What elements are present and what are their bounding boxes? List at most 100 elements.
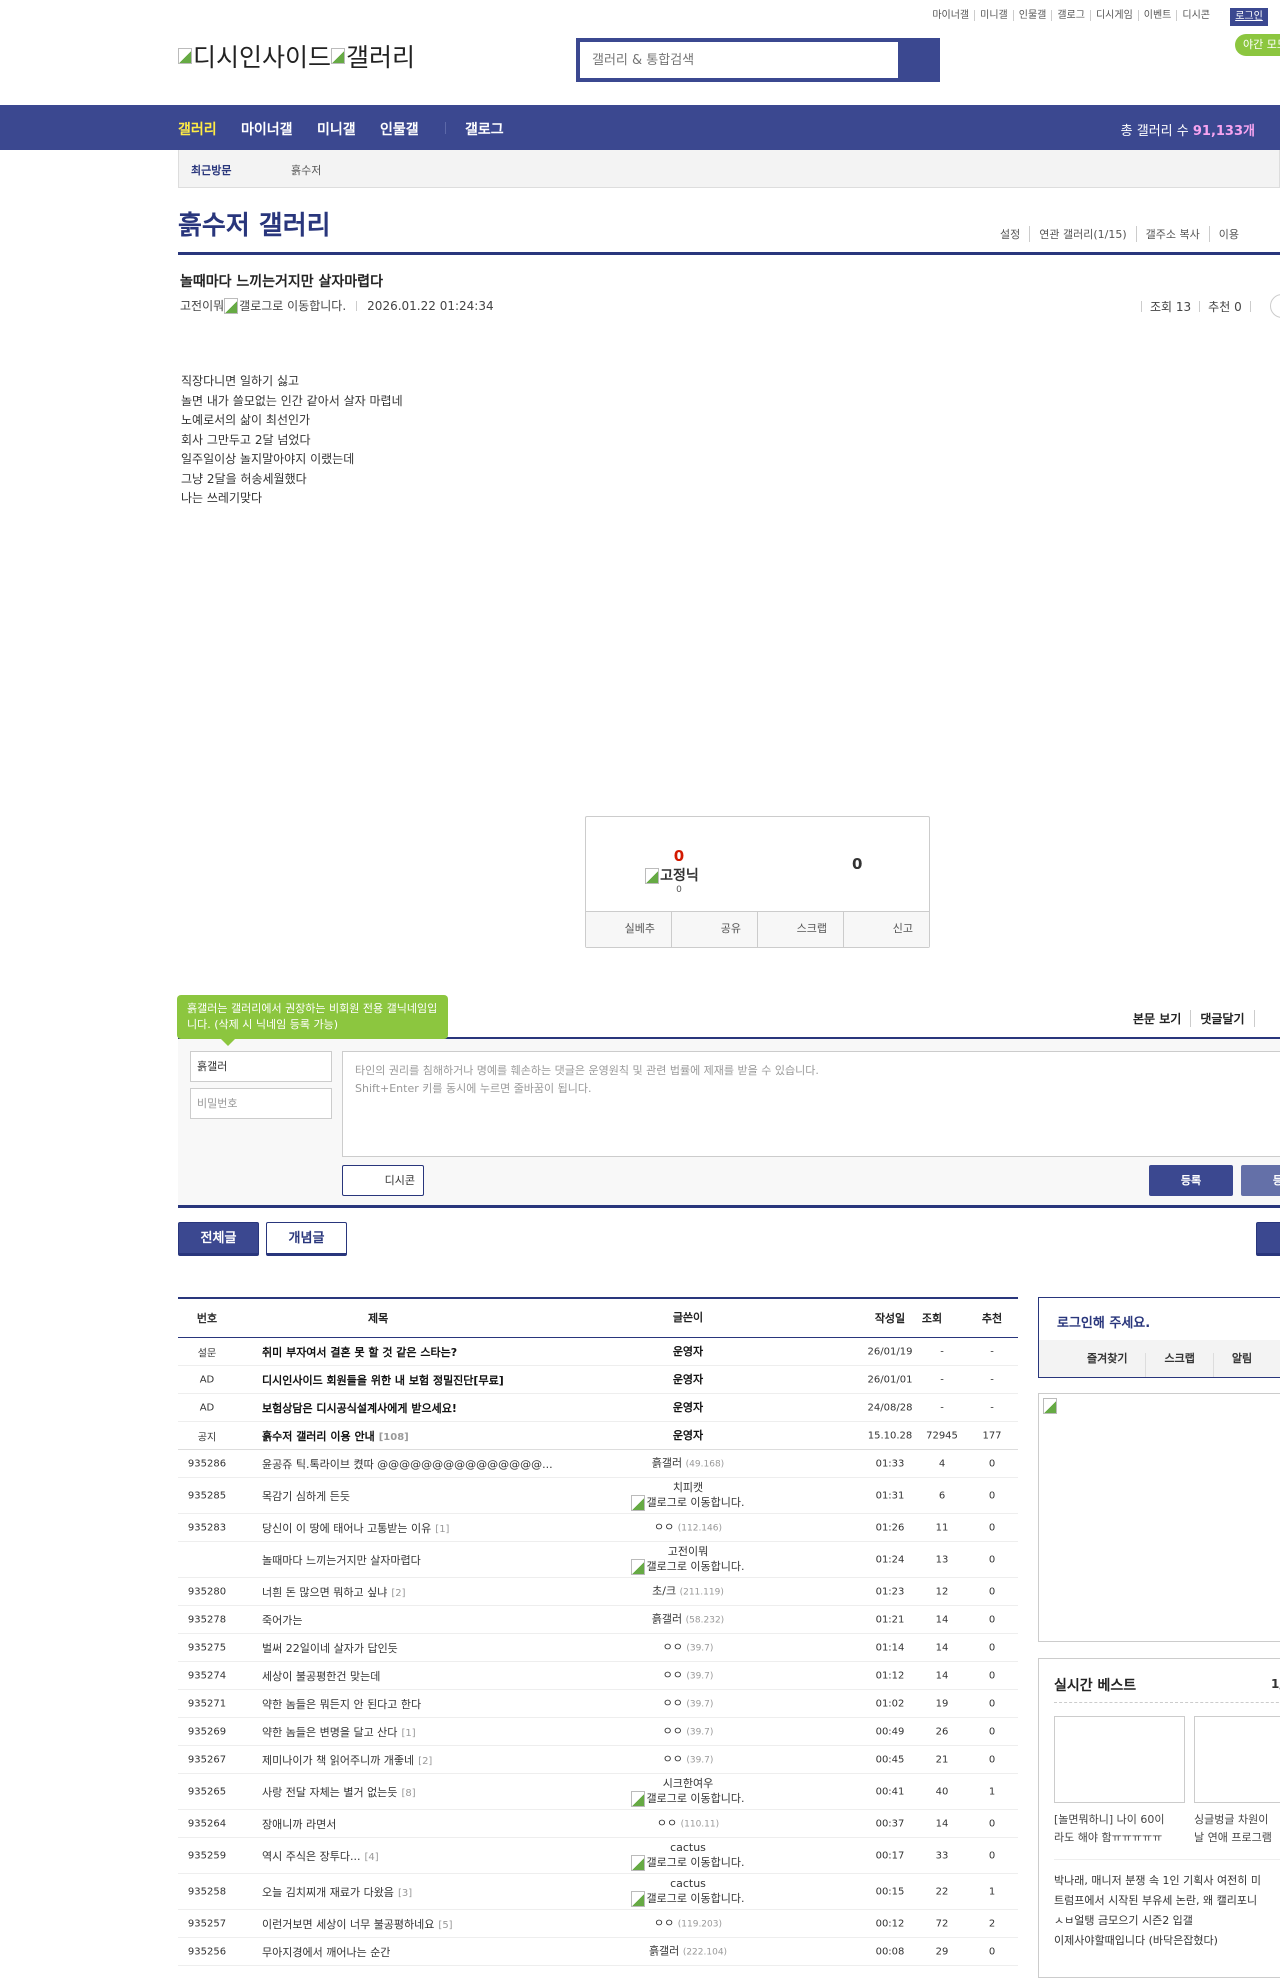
post-title-link[interactable]: 세상이 불공평한건 맞는데 — [262, 1668, 380, 1684]
top-link[interactable]: 인물갤 — [1012, 10, 1052, 21]
table-row[interactable]: 935267 제미나이가 책 읽어주니까 개좋네 [2] ㅇㅇ (39.7) 00:45… — [178, 1746, 1018, 1774]
comment-textarea[interactable]: 타인의 권리를 침해하거나 명예를 훼손하는 댓글은 운영원칙 및 관련 법률에… — [342, 1051, 1280, 1157]
related-gallery-link[interactable]: 연관 갤러리(1/15) — [1029, 226, 1135, 242]
table-row[interactable]: 935286 윤공쥬 틱.톡라이브 켰따 @@@@@@@@@@@@@@@... 흙갤… — [178, 1450, 1018, 1478]
writer-name[interactable]: 운영자 — [673, 1373, 703, 1386]
writer-name[interactable]: 흙갤러 — [652, 1612, 682, 1625]
reply-count[interactable]: [2] — [418, 1756, 432, 1767]
table-row[interactable]: 935256 무아지경에서 깨어나는 순간 흙갤러 (222.104) 00:08 29… — [178, 1938, 1018, 1966]
post-title-link[interactable]: 너흰 돈 많으면 뭐하고 싶냐 [2] — [262, 1584, 405, 1600]
reply-count[interactable]: [5] — [438, 1920, 452, 1931]
gallog-alt[interactable]: 갤로그로 이동합니다. — [646, 1496, 744, 1509]
logo[interactable]: 디시인사이드 갤러리 — [178, 38, 415, 74]
best-list-item[interactable]: 트럼프에서 시작된 부유세 논란, 왜 캘리포니 — [1054, 1891, 1261, 1911]
nav-mini[interactable]: 미니갤 — [317, 119, 356, 139]
writer-name[interactable]: 초/크 — [652, 1584, 676, 1597]
top-link[interactable]: 디시게임 — [1089, 10, 1138, 21]
notification-link[interactable]: 알림 — [1212, 1353, 1270, 1377]
table-row[interactable]: AD 보험상담은 디시공식설계사에게 받으세요! 운영자 24/08/28 - - — [178, 1394, 1018, 1422]
writer-name[interactable]: 고전이뭐 — [668, 1545, 708, 1558]
usage-link[interactable]: 이용 — [1208, 226, 1248, 242]
writer-name[interactable]: 치피캣 — [673, 1481, 703, 1494]
post-title-link[interactable]: 놀때마다 느끼는거지만 살자마렵다 — [262, 1552, 421, 1568]
best-list-item[interactable]: 이제사야할때입니다 (바닥은잡혔다) — [1054, 1931, 1261, 1951]
submit-button[interactable]: 등록 — [1149, 1165, 1233, 1196]
post-title-link[interactable]: 역시 주식은 장투다... [4] — [262, 1848, 379, 1864]
recent-item[interactable]: 흙수저 — [291, 162, 321, 178]
post-title-link[interactable]: 벌써 22일이네 살자가 답인듯 — [262, 1640, 398, 1656]
view-body-link[interactable]: 본문 보기 — [1124, 1010, 1190, 1027]
nav-minor[interactable]: 마이너갤 — [241, 119, 293, 139]
reply-count[interactable]: [4] — [364, 1852, 378, 1863]
post-title-link[interactable]: 무아지경에서 깨어나는 순간 — [262, 1944, 390, 1960]
nav-gallery[interactable]: 갤러리 — [178, 119, 217, 139]
copy-address-link[interactable]: 갤주소 복사 — [1135, 226, 1209, 242]
recommend-down-count[interactable]: 0 — [852, 855, 862, 873]
write-button[interactable] — [1256, 1222, 1280, 1256]
gallog-icon[interactable] — [631, 1790, 646, 1807]
writer-name[interactable]: ㅇㅇ — [663, 1752, 683, 1765]
post-title-link[interactable]: 보험상담은 디시공식설계사에게 받으세요! — [262, 1400, 457, 1416]
gallog-icon[interactable] — [631, 1558, 646, 1575]
scrap-button[interactable]: 스크랩 — [757, 912, 843, 947]
name-input[interactable]: 흙갤러 — [190, 1051, 332, 1082]
nav-person[interactable]: 인물갤 — [380, 119, 419, 139]
post-title-link[interactable]: 목감기 심하게 든듯 — [262, 1488, 350, 1504]
writer-name[interactable]: 흙갤러 — [649, 1944, 679, 1957]
reply-count[interactable]: [8] — [401, 1788, 415, 1799]
post-title-link[interactable]: 제미나이가 책 읽어주니까 개좋네 [2] — [262, 1752, 432, 1768]
table-row[interactable]: 935257 이런거보면 세상이 너무 불공평하네요 [5] ㅇㅇ (119.203)… — [178, 1910, 1018, 1938]
post-title-link[interactable]: 약한 놈들은 변명을 달고 산다 [1] — [262, 1724, 416, 1740]
best-thumbnail[interactable] — [1194, 1716, 1280, 1803]
reply-count[interactable]: [1] — [435, 1524, 449, 1535]
top-link[interactable]: 미니갤 — [974, 10, 1013, 21]
ad-banner[interactable] — [1038, 1393, 1280, 1642]
reply-count[interactable]: [108] — [379, 1432, 409, 1443]
table-row[interactable]: 935275 벌써 22일이네 살자가 답인듯 ㅇㅇ (39.7) 01:14 14 0 — [178, 1634, 1018, 1662]
post-title-link[interactable]: 윤공쥬 틱.톡라이브 켰따 @@@@@@@@@@@@@@@... — [262, 1456, 553, 1472]
report-button[interactable]: 신고 — [843, 912, 929, 947]
share-button[interactable]: 공유 — [671, 912, 757, 947]
search-input[interactable] — [580, 42, 898, 78]
table-row[interactable]: 935265 사랑 전달 자체는 별거 없는듯 [8] 시크한여우 갤로그로 이동합니다… — [178, 1774, 1018, 1810]
gallog-icon[interactable] — [631, 1854, 646, 1871]
table-row[interactable]: 935271 약한 놈들은 뭐든지 안 된다고 한다 ㅇㅇ (39.7) 01:02 1… — [178, 1690, 1018, 1718]
favorites-link[interactable]: 즐겨찾기 — [1087, 1353, 1145, 1377]
top-link[interactable]: 디시콘 — [1176, 10, 1215, 21]
post-title-link[interactable]: 약한 놈들은 뭐든지 안 된다고 한다 — [262, 1696, 421, 1712]
writer-name[interactable]: ㅇㅇ — [654, 1520, 674, 1533]
table-row[interactable]: 935283 당신이 이 땅에 태어나 고통받는 이유 [1] ㅇㅇ (112.146… — [178, 1514, 1018, 1542]
table-row[interactable]: AD 디시인사이드 회원들을 위한 내 보험 정밀진단[무료] 운영자 26/01/0… — [178, 1366, 1018, 1394]
writer-name[interactable]: ㅇㅇ — [663, 1640, 683, 1653]
post-title-link[interactable]: 디시인사이드 회원들을 위한 내 보험 정밀진단[무료] — [262, 1372, 504, 1388]
writer-name[interactable]: ㅇㅇ — [657, 1816, 677, 1829]
top-link[interactable]: 이벤트 — [1137, 10, 1177, 21]
scrap-link[interactable]: 스크랩 — [1145, 1353, 1212, 1377]
tab-recommended-posts[interactable]: 개념글 — [266, 1222, 347, 1256]
table-row[interactable]: 설문 취미 부자여서 결혼 못 할 것 같은 스타는? 운영자 26/01/19 - - — [178, 1338, 1018, 1366]
more-button[interactable] — [1270, 294, 1280, 318]
writer-name[interactable]: 시크한여우 — [663, 1777, 714, 1790]
gallog-icon[interactable] — [631, 1494, 646, 1511]
dccon-button[interactable]: 디시콘 — [342, 1165, 424, 1196]
writer-name[interactable]: ㅇㅇ — [654, 1916, 674, 1929]
recommend-up-button[interactable]: 0 고정닉 0 — [645, 847, 704, 895]
post-title-link[interactable]: 취미 부자여서 결혼 못 할 것 같은 스타는? — [262, 1344, 457, 1360]
best-list-item[interactable]: 박나래, 매니저 분쟁 속 1인 기획사 여전히 미 — [1054, 1871, 1261, 1891]
post-title-link[interactable]: 당신이 이 땅에 태어나 고통받는 이유 [1] — [262, 1520, 449, 1536]
table-row[interactable]: 935274 세상이 불공평한건 맞는데 ㅇㅇ (39.7) 01:12 14 0 — [178, 1662, 1018, 1690]
writer-name[interactable]: ㅇㅇ — [663, 1696, 683, 1709]
submit-secondary-button[interactable]: 등록 — [1241, 1165, 1280, 1196]
tab-all-posts[interactable]: 전체글 — [178, 1222, 259, 1256]
table-row[interactable]: 935269 약한 놈들은 변명을 달고 산다 [1] ㅇㅇ (39.7) 00:49 2… — [178, 1718, 1018, 1746]
writer-name[interactable]: ㅇㅇ — [663, 1668, 683, 1681]
best-caption[interactable]: [놀면뭐하니] 나이 60이 라도 해야 함ㅠㅠㅠㅠㅠ — [1054, 1811, 1185, 1847]
reply-count[interactable]: [2] — [391, 1588, 405, 1599]
writer-name[interactable]: 흙갤러 — [652, 1456, 682, 1469]
table-row[interactable]: 놀때마다 느끼는거지만 살자마렵다 고전이뭐 갤로그로 이동합니다. 01:24 13 0 — [178, 1542, 1018, 1578]
best-caption[interactable]: 싱글벙글 차원이 날 연애 프로그램 — [1194, 1811, 1280, 1847]
table-row[interactable]: 935258 오늘 김치찌개 재료가 다왔음 [3] cactus 갤로그로 이동합니다… — [178, 1874, 1018, 1910]
password-input[interactable]: 비밀번호 — [190, 1088, 332, 1119]
post-title-link[interactable]: 오늘 김치찌개 재료가 다왔음 [3] — [262, 1884, 412, 1900]
post-title-link[interactable]: 장애니까 라면서 — [262, 1816, 336, 1832]
